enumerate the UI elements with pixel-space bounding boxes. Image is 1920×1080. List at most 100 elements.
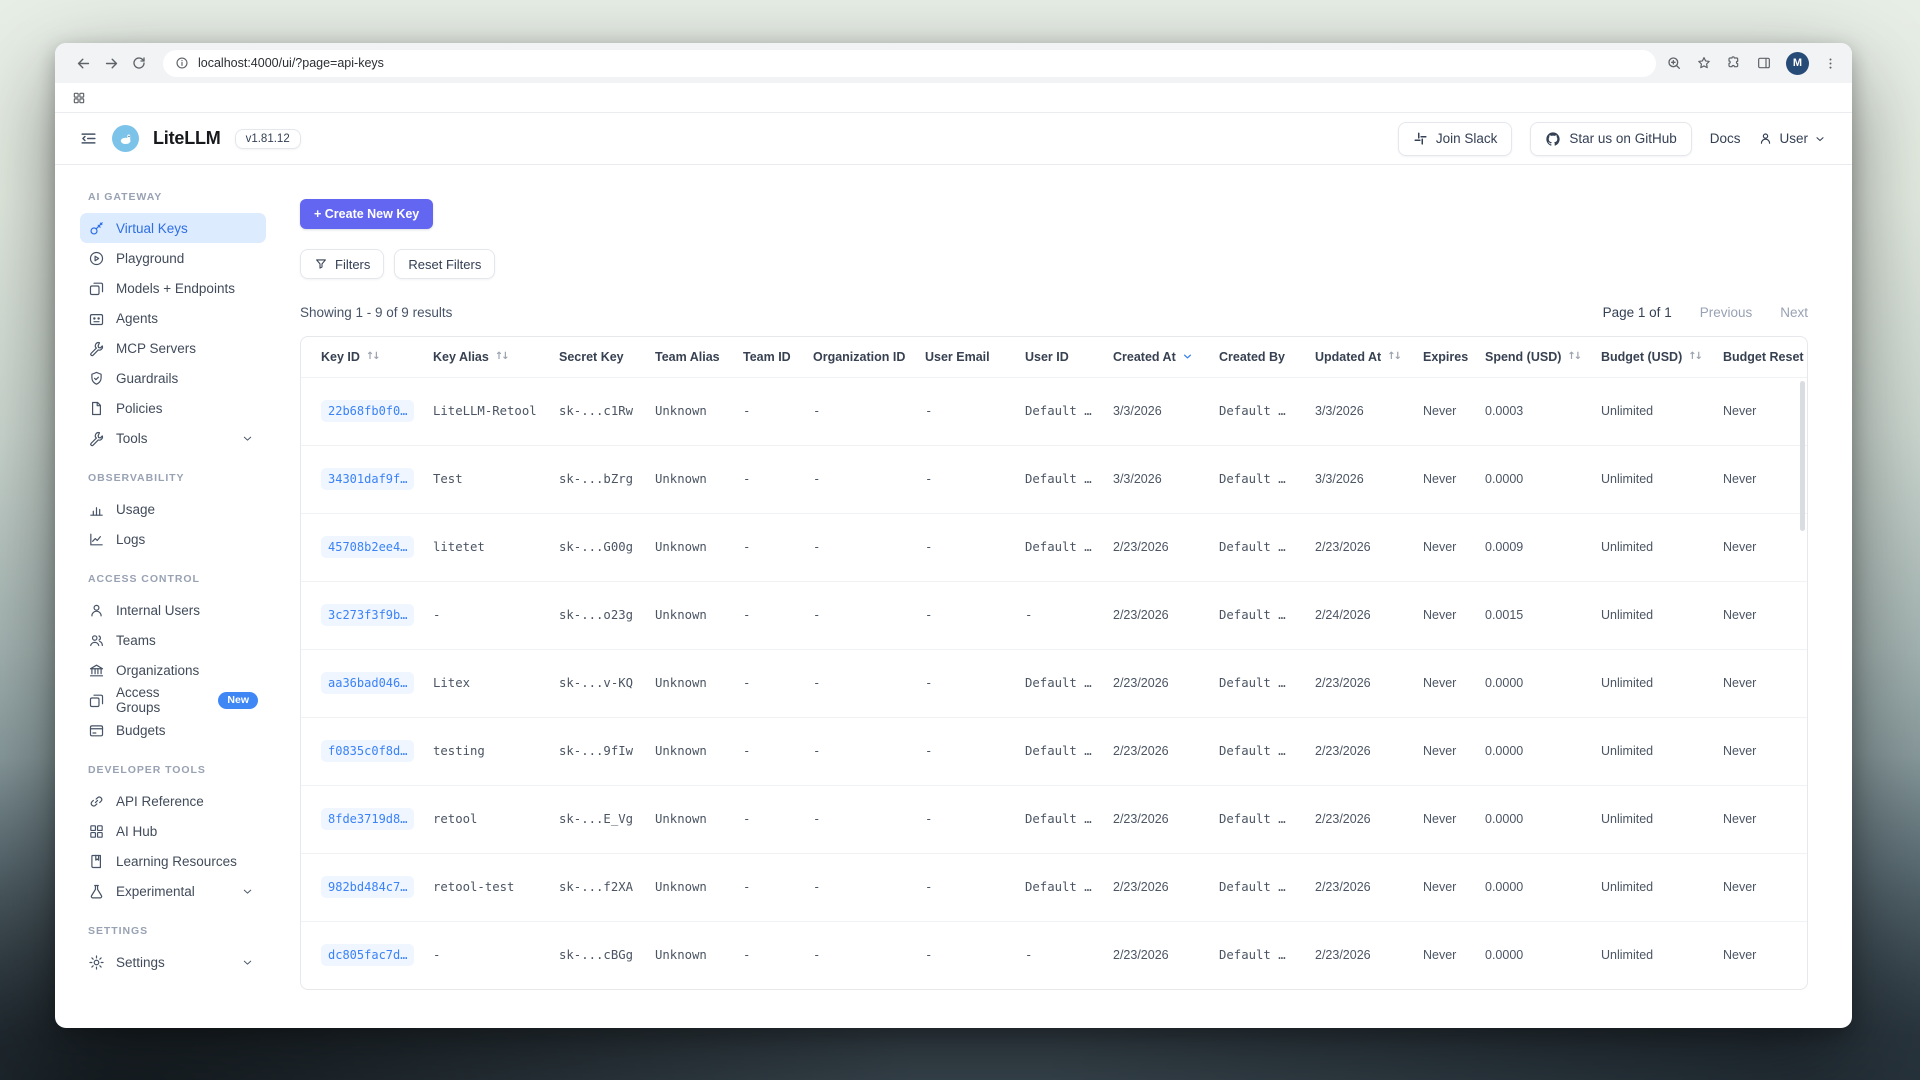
key-id-link[interactable]: aa36bad046…	[321, 672, 414, 694]
column-header-key-id[interactable]: Key ID↑↓	[301, 337, 419, 377]
cell-org-id: -	[799, 649, 911, 717]
extensions-icon[interactable]	[1726, 55, 1742, 71]
reset-filters-button[interactable]: Reset Filters	[394, 249, 495, 279]
cell-team-alias: Unknown	[641, 581, 729, 649]
join-slack-label: Join Slack	[1436, 131, 1498, 146]
cell-user-email: -	[911, 377, 1011, 445]
table-scrollbar[interactable]	[1800, 381, 1805, 531]
cell-updated-at: 2/23/2026	[1301, 717, 1409, 785]
key-id-link[interactable]: 8fde3719d8…	[321, 808, 414, 830]
join-slack-button[interactable]: Join Slack	[1398, 122, 1513, 156]
profile-avatar[interactable]: M	[1786, 52, 1809, 75]
zoom-icon[interactable]	[1666, 55, 1682, 71]
key-id-link[interactable]: 3c273f3f9b…	[321, 604, 414, 626]
filters-button[interactable]: Filters	[300, 249, 384, 279]
star-github-label: Star us on GitHub	[1569, 131, 1676, 146]
column-header-budget-usd[interactable]: Budget (USD)↑↓	[1587, 337, 1709, 377]
cell-team-alias: Unknown	[641, 445, 729, 513]
table-row[interactable]: dc805fac7d…-sk-...cBGgUnknown----2/23/20…	[301, 921, 1807, 989]
sidebar-item-access-groups[interactable]: Access GroupsNew	[80, 685, 266, 715]
sort-icon: ↑↓	[1387, 351, 1400, 362]
users-icon	[88, 632, 105, 649]
cell-user-id: -	[1011, 581, 1099, 649]
cell-expires: Never	[1409, 785, 1471, 853]
sidebar-item-teams[interactable]: Teams	[80, 625, 266, 655]
chevron-down-icon	[1814, 133, 1826, 145]
key-id-link[interactable]: dc805fac7d…	[321, 944, 414, 966]
table-row[interactable]: 3c273f3f9b…-sk-...o23gUnknown----2/23/20…	[301, 581, 1807, 649]
column-header-spend-usd[interactable]: Spend (USD)↑↓	[1471, 337, 1587, 377]
sidebar-item-learning-resources[interactable]: Learning Resources	[80, 846, 266, 876]
cell-created-at: 2/23/2026	[1099, 717, 1205, 785]
url-bar[interactable]: localhost:4000/ui/?page=api-keys	[163, 50, 1656, 77]
sidebar-item-playground[interactable]: Playground	[80, 243, 266, 273]
reload-button[interactable]	[125, 49, 153, 77]
previous-page-button[interactable]: Previous	[1700, 305, 1753, 320]
sidebar-item-api-reference[interactable]: API Reference	[80, 786, 266, 816]
sidebar-item-label: Playground	[116, 251, 184, 266]
browser-toolbar: localhost:4000/ui/?page=api-keys M	[55, 43, 1852, 83]
column-header-updated-at[interactable]: Updated At↑↓	[1301, 337, 1409, 377]
sidebar-item-ai-hub[interactable]: AI Hub	[80, 816, 266, 846]
key-id-link[interactable]: 45708b2ee4…	[321, 536, 414, 558]
sidebar-item-guardrails[interactable]: Guardrails	[80, 363, 266, 393]
cell-team-id: -	[729, 581, 799, 649]
key-id-link[interactable]: 34301daf9f…	[321, 468, 414, 490]
layers-icon	[88, 692, 105, 709]
cell-expires: Never	[1409, 581, 1471, 649]
key-id-link[interactable]: 982bd484c7…	[321, 876, 414, 898]
forward-button[interactable]	[97, 49, 125, 77]
sidebar-item-experimental[interactable]: Experimental	[80, 876, 266, 906]
sidebar-item-budgets[interactable]: Budgets	[80, 715, 266, 745]
sidebar-item-tools[interactable]: Tools	[80, 423, 266, 453]
sidebar-item-internal-users[interactable]: Internal Users	[80, 595, 266, 625]
sidebar-item-logs[interactable]: Logs	[80, 524, 266, 554]
cell-org-id: -	[799, 581, 911, 649]
table-row[interactable]: 22b68fb0f0…LiteLLM-Retoolsk-...c1RwUnkno…	[301, 377, 1807, 445]
sidebar-item-virtual-keys[interactable]: Virtual Keys	[80, 213, 266, 243]
cell-team-id: -	[729, 377, 799, 445]
cell-team-alias: Unknown	[641, 853, 729, 921]
apps-grid-icon[interactable]	[72, 91, 86, 105]
column-header-key-alias[interactable]: Key Alias↑↓	[419, 337, 545, 377]
table-row[interactable]: 982bd484c7…retool-testsk-...f2XAUnknown-…	[301, 853, 1807, 921]
docs-link[interactable]: Docs	[1710, 131, 1741, 146]
cell-spend: 0.0009	[1471, 513, 1587, 581]
key-id-link[interactable]: 22b68fb0f0…	[321, 400, 414, 422]
cell-secret-key: sk-...v-KQ	[545, 649, 641, 717]
table-row[interactable]: f0835c0f8d…testingsk-...9fIwUnknown---De…	[301, 717, 1807, 785]
column-label: Team ID	[743, 350, 791, 364]
next-page-button[interactable]: Next	[1780, 305, 1808, 320]
site-info-icon[interactable]	[175, 56, 189, 70]
sidebar-item-label: Agents	[116, 311, 158, 326]
sidebar-item-mcp-servers[interactable]: MCP Servers	[80, 333, 266, 363]
sidebar-item-settings[interactable]: Settings	[80, 947, 266, 977]
key-id-link[interactable]: f0835c0f8d…	[321, 740, 414, 762]
cell-updated-at: 2/24/2026	[1301, 581, 1409, 649]
column-header-created-at[interactable]: Created At	[1099, 337, 1205, 377]
back-button[interactable]	[69, 49, 97, 77]
sidebar-item-usage[interactable]: Usage	[80, 494, 266, 524]
bookmark-star-icon[interactable]	[1696, 55, 1712, 71]
table-row[interactable]: aa36bad046…Litexsk-...v-KQUnknown---Defa…	[301, 649, 1807, 717]
cell-user-id: Default …	[1011, 785, 1099, 853]
sidebar-item-models-endpoints[interactable]: Models + Endpoints	[80, 273, 266, 303]
cell-org-id: -	[799, 513, 911, 581]
cell-team-id: -	[729, 921, 799, 989]
cell-key-alias: -	[419, 581, 545, 649]
sidebar-collapse-icon[interactable]	[79, 129, 98, 148]
table-row[interactable]: 8fde3719d8…retoolsk-...E_VgUnknown---Def…	[301, 785, 1807, 853]
create-new-key-button[interactable]: + Create New Key	[300, 199, 433, 229]
sidebar-item-organizations[interactable]: Organizations	[80, 655, 266, 685]
cell-key-alias: retool	[419, 785, 545, 853]
browser-menu-icon[interactable]	[1823, 56, 1838, 71]
star-github-button[interactable]: Star us on GitHub	[1530, 122, 1691, 156]
side-panel-icon[interactable]	[1756, 55, 1772, 71]
flask-icon	[88, 883, 105, 900]
sidebar-item-policies[interactable]: Policies	[80, 393, 266, 423]
cell-spend: 0.0000	[1471, 649, 1587, 717]
table-row[interactable]: 45708b2ee4…litetetsk-...G00gUnknown---De…	[301, 513, 1807, 581]
table-row[interactable]: 34301daf9f…Testsk-...bZrgUnknown---Defau…	[301, 445, 1807, 513]
user-menu[interactable]: User	[1758, 131, 1826, 146]
sidebar-item-agents[interactable]: Agents	[80, 303, 266, 333]
